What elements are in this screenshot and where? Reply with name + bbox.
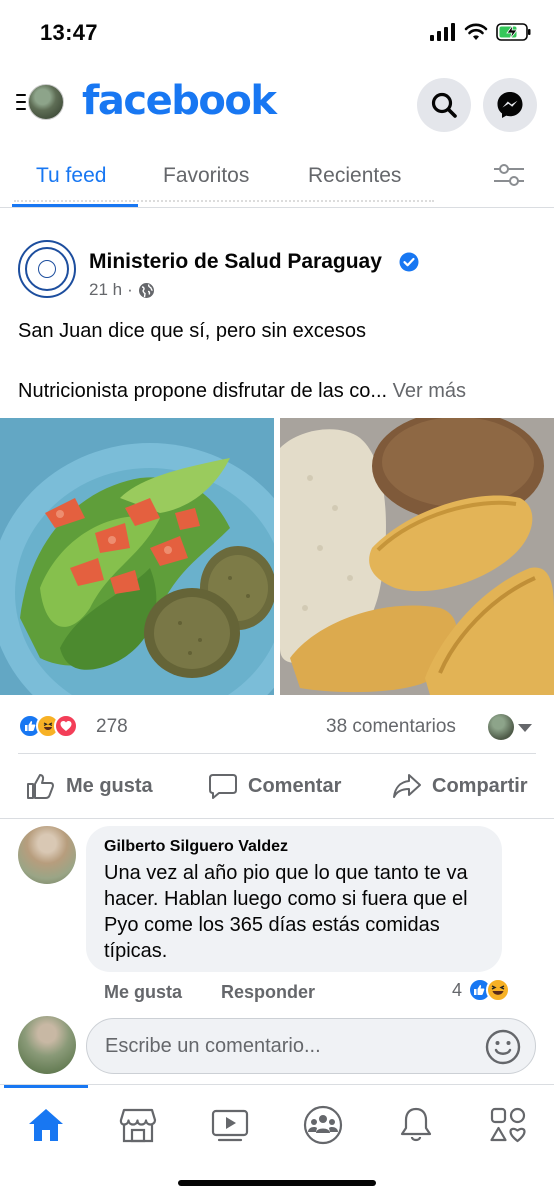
messenger-icon: [497, 92, 523, 118]
verified-badge-icon: [399, 252, 419, 272]
wifi-icon: [464, 23, 488, 40]
page-name[interactable]: Ministerio de Salud Paraguay: [89, 250, 382, 274]
profile-menu-button[interactable]: [16, 84, 64, 120]
comment-button[interactable]: Comentar: [208, 772, 341, 800]
reaction-icons: [18, 714, 78, 738]
share-arrow-icon: [393, 774, 421, 798]
post-photo-salad[interactable]: [0, 418, 274, 695]
facebook-logo[interactable]: facebook: [82, 78, 277, 124]
comment-bubble-icon: [209, 774, 237, 799]
battery-charging-icon: [496, 23, 531, 41]
status-bar: 13:47: [0, 0, 554, 62]
groups-icon: [303, 1105, 343, 1145]
comment-reaction-count: 4: [452, 979, 463, 1000]
see-more-link[interactable]: Ver más: [393, 380, 466, 402]
post-time[interactable]: 21 h: [89, 280, 122, 300]
like-button[interactable]: Me gusta: [26, 772, 153, 800]
post-photo-chipa-empanadas[interactable]: [280, 418, 554, 695]
chipa-empanadas-image: [280, 418, 554, 695]
tab-favoritos[interactable]: Favoritos: [163, 164, 249, 188]
globe-icon: [138, 282, 154, 298]
nav-marketplace[interactable]: [114, 1103, 162, 1147]
salad-plate-image: [0, 418, 274, 695]
comment-reactions[interactable]: 4: [452, 978, 511, 1002]
signal-icon: [430, 23, 455, 41]
watch-video-icon: [211, 1109, 249, 1142]
comment-bubble[interactable]: Gilberto Silguero Valdez Una vez al año …: [86, 826, 502, 972]
page-avatar[interactable]: [18, 240, 76, 298]
bell-icon: [400, 1107, 432, 1142]
home-icon: [29, 1109, 63, 1141]
active-nav-indicator: [4, 1085, 88, 1088]
post-meta: 21 h ·: [89, 280, 155, 300]
divider: [18, 753, 536, 754]
menu-lines-icon: [16, 94, 26, 110]
post-action-bar: Me gusta Comentar Compartir: [0, 758, 554, 814]
app-header: facebook: [0, 70, 554, 140]
commenter-avatar[interactable]: [18, 826, 76, 884]
comment-input[interactable]: Escribe un comentario...: [105, 1035, 321, 1058]
share-label: Compartir: [432, 774, 528, 797]
status-icons: [430, 22, 532, 42]
thumbs-up-icon: [27, 774, 54, 799]
comment-actions: Me gusta Responder: [104, 982, 349, 1003]
comments-count[interactable]: 38 comentarios: [326, 716, 456, 738]
nav-notifications[interactable]: [392, 1103, 440, 1147]
profile-avatar: [28, 84, 64, 120]
seal-image: [25, 247, 69, 291]
nav-watch[interactable]: [206, 1103, 254, 1147]
viewer-avatar: [488, 714, 514, 740]
home-indicator: [178, 1180, 376, 1186]
search-icon: [431, 92, 457, 118]
comment-reply-button[interactable]: Responder: [221, 982, 315, 1002]
divider: [0, 818, 554, 819]
meta-separator: ·: [127, 280, 133, 299]
comment-label: Comentar: [248, 774, 342, 797]
chevron-down-icon[interactable]: [518, 724, 532, 732]
filter-settings-icon[interactable]: [492, 162, 526, 188]
tab-tu-feed[interactable]: Tu feed: [36, 164, 106, 188]
post-text-truncated: Nutricionista propone disfrutar de las c…: [18, 380, 388, 402]
like-label: Me gusta: [66, 774, 153, 797]
comment-text: Una vez al año pio que lo que tanto te v…: [104, 862, 468, 962]
comment-author[interactable]: Gilberto Silguero Valdez: [104, 838, 484, 856]
share-button[interactable]: Compartir: [392, 772, 528, 800]
love-reaction-icon: [54, 714, 78, 738]
nav-menu[interactable]: [484, 1103, 532, 1147]
post-text-line: San Juan dice que sí, pero sin excesos: [18, 320, 366, 342]
comment-like-button[interactable]: Me gusta: [104, 982, 182, 1002]
reaction-count: 278: [96, 716, 128, 737]
feed-tabs: Tu feed Favoritos Recientes: [0, 142, 554, 208]
composer-avatar: [18, 1016, 76, 1074]
nav-groups[interactable]: [299, 1103, 347, 1147]
haha-reaction-icon: [486, 978, 511, 1002]
nav-home[interactable]: [22, 1103, 70, 1147]
emoji-icon[interactable]: [485, 1029, 521, 1065]
post-header: Ministerio de Salud Paraguay 21 h ·: [0, 226, 554, 306]
messenger-button[interactable]: [483, 78, 537, 132]
reactions-summary[interactable]: 278 38 comentarios: [0, 706, 554, 748]
menu-grid-icon: [490, 1107, 526, 1143]
post-text-line: Nutricionista propone disfrutar de las c…: [18, 376, 538, 406]
post-text: San Juan dice que sí, pero sin excesos N…: [18, 316, 538, 406]
marketplace-icon: [119, 1108, 157, 1143]
comment-composer[interactable]: Escribe un comentario...: [86, 1018, 536, 1074]
previous-post-edge: [14, 200, 434, 206]
status-time: 13:47: [40, 20, 98, 45]
tab-recientes[interactable]: Recientes: [308, 164, 401, 188]
search-button[interactable]: [417, 78, 471, 132]
